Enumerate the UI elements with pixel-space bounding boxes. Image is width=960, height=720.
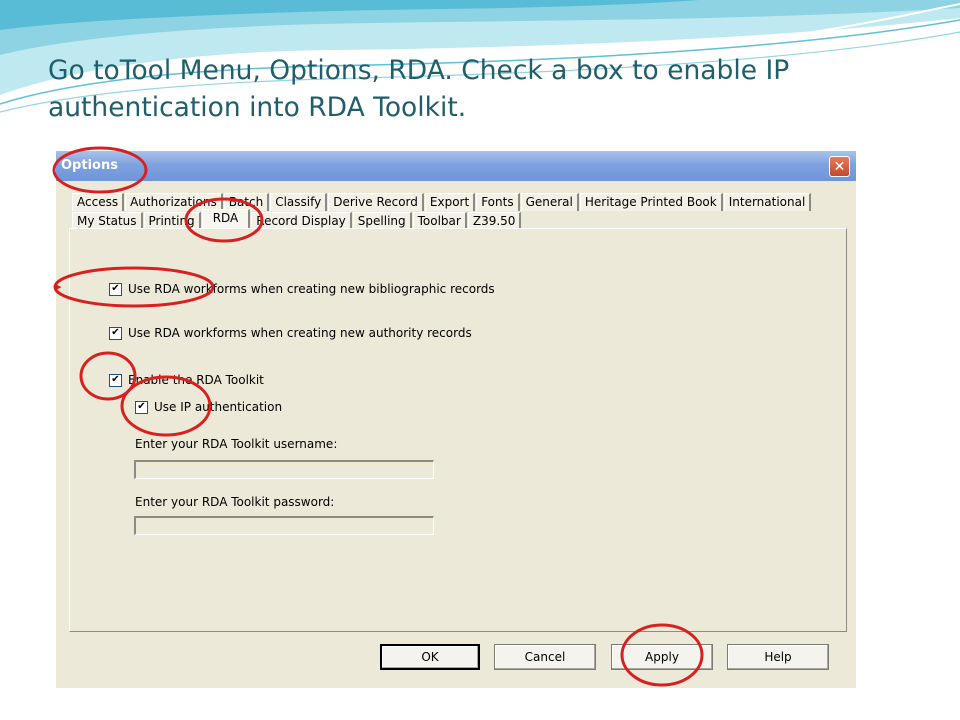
- cancel-button[interactable]: Cancel: [494, 644, 596, 670]
- password-label: Enter your RDA Toolkit password:: [135, 495, 335, 509]
- tab-derive-record[interactable]: Derive Record: [328, 193, 424, 211]
- option-rda-authority-workforms[interactable]: ✔ Use RDA workforms when creating new au…: [109, 326, 472, 340]
- tab-fonts[interactable]: Fonts: [476, 193, 520, 211]
- row-indicator-icon: ▸: [56, 280, 62, 293]
- option-use-ip-authentication[interactable]: ✔ Use IP authentication: [135, 400, 282, 414]
- close-icon[interactable]: ✕: [829, 156, 850, 177]
- checkbox-checked-icon[interactable]: ✔: [109, 282, 122, 296]
- option-rda-bib-workforms[interactable]: ✔ Use RDA workforms when creating new bi…: [109, 282, 495, 296]
- tab-export[interactable]: Export: [424, 193, 476, 211]
- options-dialog: Options ✕ Access Authorizations Batch Cl…: [56, 151, 856, 688]
- apply-button[interactable]: Apply: [611, 644, 713, 670]
- password-field[interactable]: [134, 516, 434, 535]
- tab-row-1: Access Authorizations Batch Classify Der…: [72, 193, 812, 211]
- option-label: Use IP authentication: [154, 400, 283, 414]
- checkbox-checked-icon[interactable]: ✔: [135, 400, 148, 414]
- username-label: Enter your RDA Toolkit username:: [135, 437, 338, 451]
- tab-access[interactable]: Access: [72, 193, 125, 211]
- option-label: Use RDA workforms when creating new bibl…: [128, 282, 495, 296]
- tab-general[interactable]: General: [520, 193, 579, 211]
- tab-heritage-printed-book[interactable]: Heritage Printed Book: [579, 193, 723, 211]
- option-enable-rda-toolkit[interactable]: ✔ Enable the RDA Toolkit: [109, 373, 264, 387]
- tab-classify[interactable]: Classify: [270, 193, 328, 211]
- dialog-titlebar[interactable]: Options ✕: [56, 151, 856, 181]
- option-label: Use RDA workforms when creating new auth…: [128, 326, 472, 340]
- help-button[interactable]: Help: [727, 644, 829, 670]
- username-field[interactable]: [134, 460, 434, 479]
- ok-button[interactable]: OK: [380, 644, 480, 670]
- checkbox-checked-icon[interactable]: ✔: [109, 373, 122, 387]
- option-label: Enable the RDA Toolkit: [128, 373, 264, 387]
- slide-title: Go toTool Menu, Options, RDA. Check a bo…: [48, 55, 790, 123]
- checkbox-checked-icon[interactable]: ✔: [109, 326, 122, 340]
- dialog-title: Options: [61, 158, 118, 173]
- tab-international[interactable]: International: [723, 193, 812, 211]
